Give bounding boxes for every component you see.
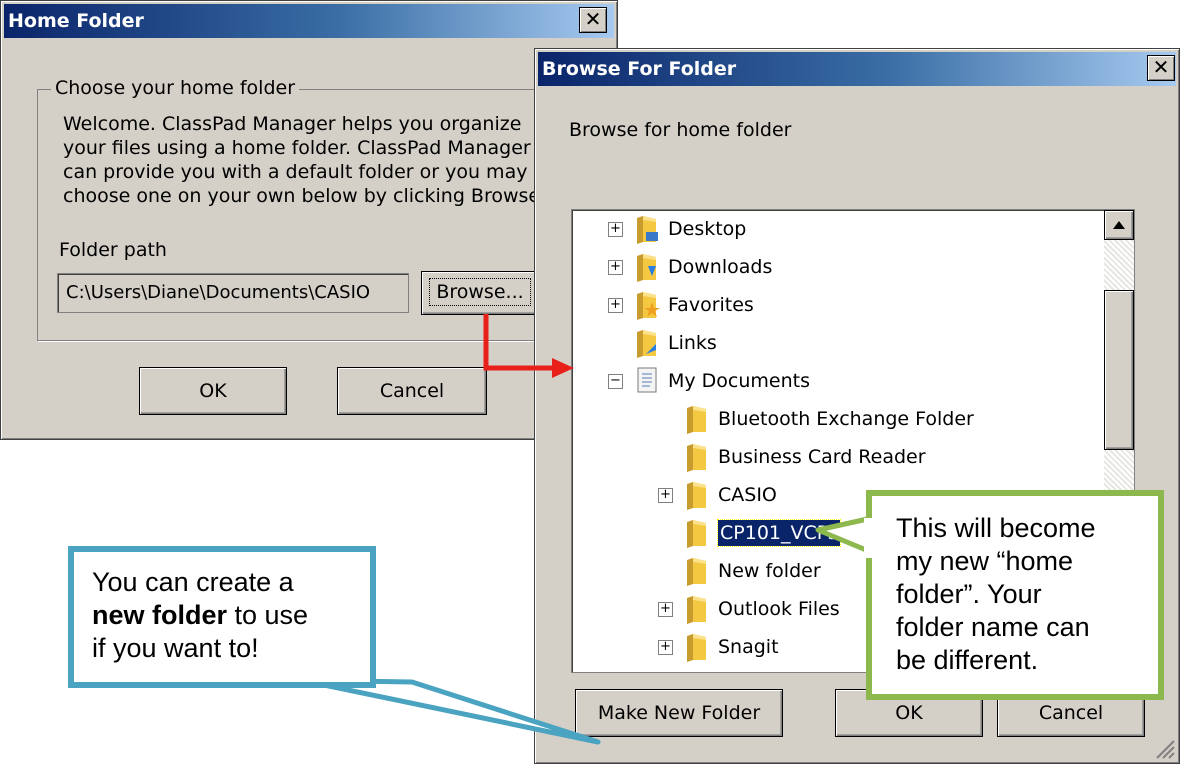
right-callout: This will become my new “home folder”. Y…: [866, 490, 1164, 700]
close-button[interactable]: ✕: [1147, 55, 1175, 81]
tree-item[interactable]: Bluetooth Exchange Folder: [572, 400, 1102, 438]
browse-title: Browse For Folder: [542, 58, 737, 80]
folder-path-value: C:\Users\Diane\Documents\CASIO: [66, 282, 371, 303]
left-callout-line1: You can create a: [92, 567, 294, 597]
left-callout-line2-rest: to use: [227, 600, 309, 630]
tree-item-label: Downloads: [668, 256, 773, 278]
resize-grip-icon[interactable]: [1153, 737, 1175, 759]
expand-icon[interactable]: +: [658, 488, 673, 503]
desktop-folder-icon: [637, 216, 658, 244]
tree-item-label: Links: [668, 332, 717, 354]
folder-icon: [687, 520, 706, 548]
folder-icon: [687, 558, 706, 586]
welcome-line-4: choose one on your own below by clicking…: [63, 185, 547, 207]
folder-icon: [687, 482, 706, 510]
home-folder-title: Home Folder: [8, 10, 144, 32]
tree-item-label: My Documents: [668, 370, 811, 392]
cancel-label: Cancel: [379, 380, 445, 402]
right-callout-line4: folder name can: [896, 612, 1090, 642]
right-callout-line2: my new “home: [896, 546, 1074, 576]
tree-item-label: Favorites: [668, 294, 754, 316]
browse-instruction: Browse for home folder: [569, 119, 792, 141]
scroll-thumb[interactable]: [1104, 290, 1134, 450]
ok-label: OK: [895, 702, 923, 724]
group-label: Choose your home folder: [51, 77, 300, 99]
home-folder-titlebar[interactable]: Home Folder: [4, 4, 614, 38]
tree-item-label: Business Card Reader: [718, 446, 926, 468]
tree-item[interactable]: Links: [572, 324, 1102, 362]
links-folder-icon: [637, 330, 656, 358]
expand-icon[interactable]: +: [658, 602, 673, 617]
make-new-folder-button[interactable]: Make New Folder: [575, 689, 783, 737]
tree-item-label: Bluetooth Exchange Folder: [718, 408, 974, 430]
tree-item-label: Snagit: [718, 636, 779, 658]
tree-item-label: Outlook Files: [718, 598, 840, 620]
tree-item-label: New folder: [718, 560, 821, 582]
tree-item-label: Desktop: [668, 218, 747, 240]
right-callout-line3: folder”. Your: [896, 579, 1042, 609]
folder-icon: [687, 444, 706, 472]
right-callout-line1: This will become: [896, 513, 1096, 543]
scroll-up-arrow-icon: [1113, 221, 1125, 229]
expand-icon[interactable]: +: [608, 260, 623, 275]
browse-button[interactable]: Browse...: [421, 271, 539, 315]
tree-item-label: CASIO: [718, 484, 777, 506]
left-callout-bold: new folder: [92, 600, 228, 630]
downloads-folder-icon: [637, 254, 656, 282]
left-callout-line2: new folder to use: [92, 599, 352, 632]
browse-titlebar[interactable]: Browse For Folder: [538, 52, 1176, 86]
tree-item-label: CP101_VCPs: [717, 519, 841, 547]
ok-label: OK: [199, 380, 227, 402]
cancel-button[interactable]: Cancel: [337, 367, 487, 415]
tree-item[interactable]: − My Documents: [572, 362, 1102, 400]
folder-icon: [687, 596, 706, 624]
tree-item[interactable]: + Desktop: [572, 210, 1102, 248]
ok-button[interactable]: OK: [139, 367, 287, 415]
cancel-label: Cancel: [1038, 702, 1104, 724]
expand-icon[interactable]: +: [658, 640, 673, 655]
folder-path-label: Folder path: [59, 239, 167, 261]
folder-icon: [687, 406, 706, 434]
right-callout-pointer-joint: [864, 518, 874, 558]
right-callout-line5: be different.: [896, 645, 1039, 675]
left-callout-line3: if you want to!: [92, 633, 259, 663]
documents-icon: [637, 367, 657, 393]
favorites-folder-icon: [637, 292, 660, 320]
close-icon: ✕: [584, 7, 602, 31]
make-new-folder-label: Make New Folder: [597, 702, 761, 724]
close-icon: ✕: [1152, 55, 1170, 79]
close-button[interactable]: ✕: [579, 7, 607, 33]
expand-icon[interactable]: +: [608, 298, 623, 313]
welcome-line-2: your files using a home folder. ClassPad…: [63, 137, 531, 159]
scroll-up-button[interactable]: [1104, 210, 1134, 240]
collapse-icon[interactable]: −: [608, 374, 623, 389]
tree-item[interactable]: + Downloads: [572, 248, 1102, 286]
folder-icon: [687, 634, 706, 662]
tree-item[interactable]: + Favorites: [572, 286, 1102, 324]
browse-label: Browse...: [429, 278, 531, 306]
tree-item[interactable]: Business Card Reader: [572, 438, 1102, 476]
left-callout: You can create a new folder to use if yo…: [68, 546, 376, 688]
welcome-line-3: can provide you with a default folder or…: [63, 161, 528, 183]
expand-icon[interactable]: +: [608, 222, 623, 237]
folder-path-field[interactable]: C:\Users\Diane\Documents\CASIO: [57, 273, 409, 313]
welcome-line-1: Welcome. ClassPad Manager helps you orga…: [63, 113, 522, 135]
home-folder-dialog: Home Folder ✕ Choose your home folder We…: [0, 0, 618, 440]
